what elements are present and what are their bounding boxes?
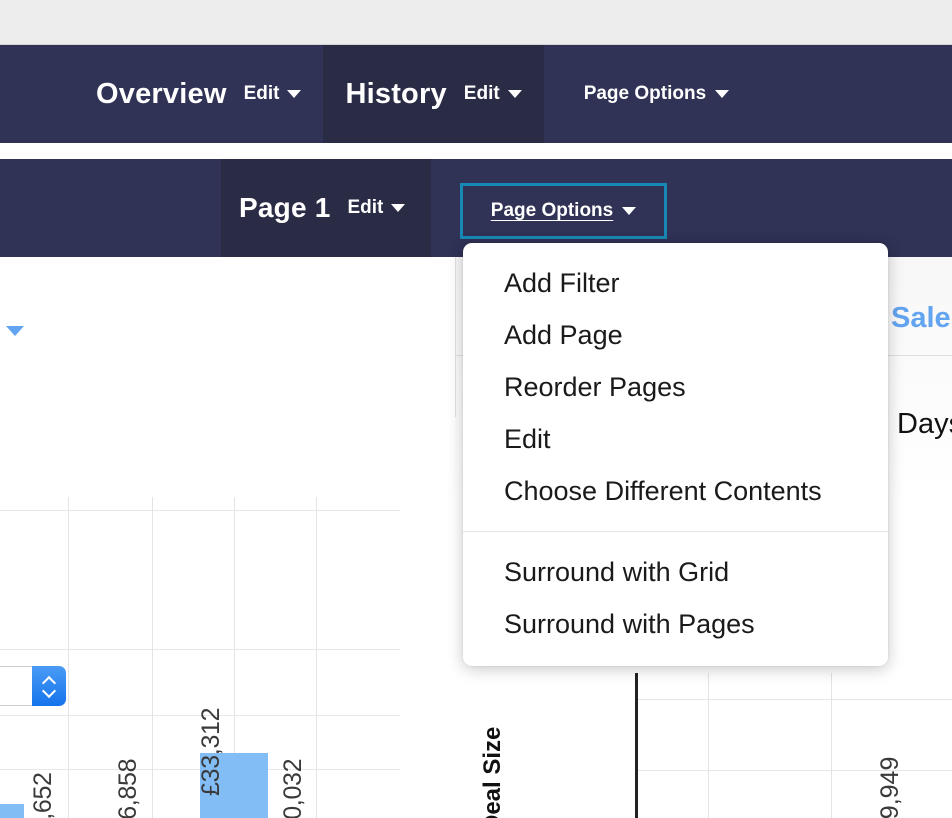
panel-divider-vertical [455,257,456,417]
nav-tab-history[interactable]: History Edit [323,45,543,143]
left-chart-plot: £?,652 £16,858 £33,312 £20,032 [0,497,400,818]
left-panel-dimension-selector[interactable]: s [0,316,24,345]
chevron-down-icon [715,90,729,98]
gridline-horizontal [0,510,400,511]
nav-tab-history-edit[interactable]: Edit [464,83,522,105]
gridline-vertical [831,673,832,818]
bar-value-label: £20,032 [279,759,308,818]
window-top-strip [0,0,952,45]
gridline-horizontal [638,699,952,700]
gridline-horizontal [0,649,400,650]
chevron-down-icon [287,90,301,98]
menu-item-add-page[interactable]: Add Page [463,309,888,361]
nav-tab-overview-edit[interactable]: Edit [244,83,302,105]
menu-item-reorder-pages[interactable]: Reorder Pages [463,361,888,413]
menu-divider [463,531,888,532]
page-options-button[interactable]: Page Options [460,183,667,239]
bar-value-label: £?,652 [29,772,58,818]
primary-page-options-label: Page Options [584,83,706,105]
app-root: Overview Edit History Edit Page Options … [0,0,952,818]
primary-navbar: Overview Edit History Edit Page Options [0,45,952,143]
primary-page-options-button[interactable]: Page Options [544,83,751,105]
nav-tab-overview-title: Overview [96,78,227,111]
page-options-menu: Add Filter Add Page Reorder Pages Edit C… [463,243,888,666]
chevron-down-icon [391,204,405,212]
bar[interactable] [0,804,24,818]
right-panel-series-title: Sales [891,302,952,335]
nav-tab-page-1-edit[interactable]: Edit [347,197,405,219]
menu-item-add-filter[interactable]: Add Filter [463,257,888,309]
nav-tab-history-title: History [345,78,446,111]
left-chart-panel: s £? [0,257,455,818]
nav-tab-page-1[interactable]: Page 1 Edit [221,159,431,257]
chevron-down-icon [622,207,636,215]
nav-tab-overview-edit-label: Edit [244,83,280,105]
nav-tab-page-1-edit-label: Edit [347,197,383,219]
gridline-vertical [708,673,709,818]
bar-value-label: £33,312 [197,708,226,796]
y-axis-line [635,673,638,818]
right-chart-y-axis-title: Deal Size [479,727,507,818]
nav-tab-overview[interactable]: Overview Edit [0,45,323,143]
menu-item-choose-different-contents[interactable]: Choose Different Contents [463,465,888,517]
nav-tab-page-1-title: Page 1 [239,192,330,224]
chevron-down-icon [508,90,522,98]
bar-value-label: £19,949 [876,757,905,818]
nav-tab-history-edit-label: Edit [464,83,500,105]
menu-item-edit[interactable]: Edit [463,413,888,465]
page-options-button-label: Page Options [491,200,613,222]
menu-item-surround-with-pages[interactable]: Surround with Pages [463,598,888,650]
right-panel-column-header: Days [897,408,952,441]
chevron-down-icon [6,326,24,336]
bar-value-label: £16,858 [114,759,143,818]
menu-item-surround-with-grid[interactable]: Surround with Grid [463,546,888,598]
